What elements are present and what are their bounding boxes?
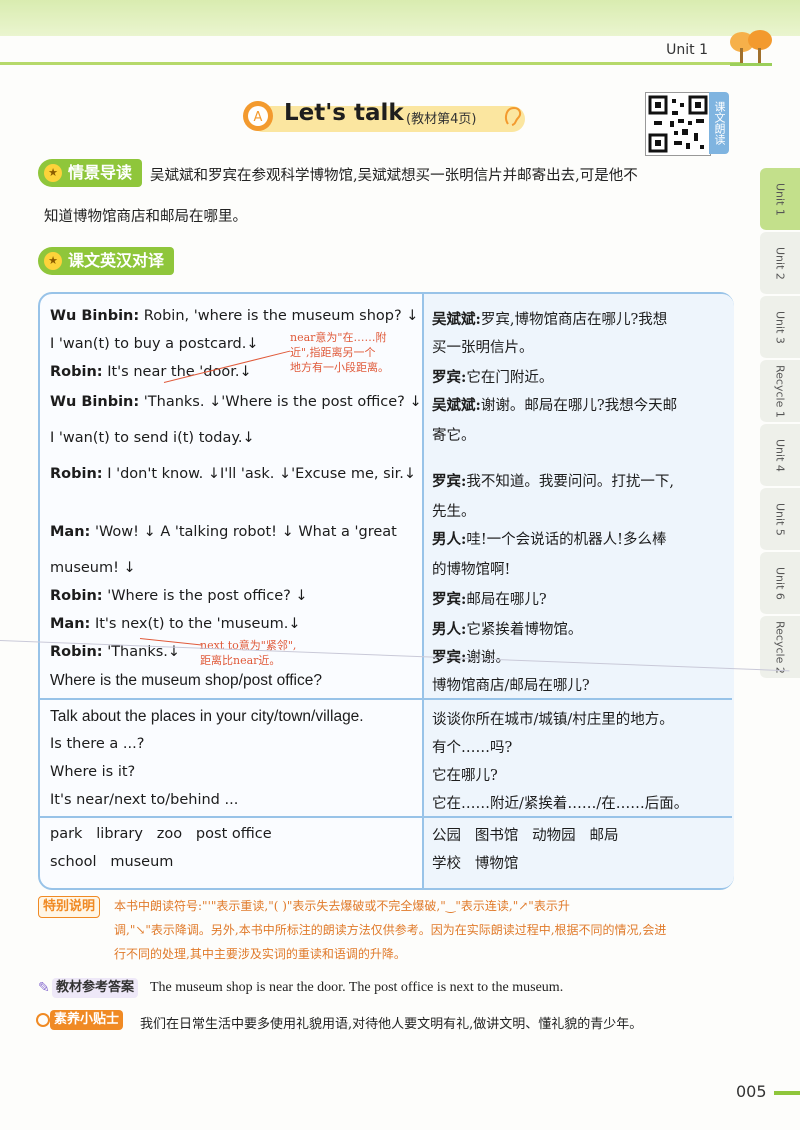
special-note-text: 本书中朗读符号:"'"表示重读,"( )"表示失去爆破或不完全爆破,"‿"表示连… [114,899,667,961]
dialogue-row-cn: 罗宾:我不知道。我要问问。打扰一下, [432,473,674,490]
dialogue-row-cn: 罗宾:邮局在哪儿? [432,591,547,608]
dialogue-row-cn: 先生。 [432,504,476,520]
side-tab-unit-1[interactable]: Unit 1 [760,168,800,230]
intro-section-badge: ★ 情景导读 [38,159,143,187]
lesson-title: A Let's talk (教材第4页) [240,98,530,136]
title-main: Let's talk [284,100,404,126]
divider-2 [40,816,732,818]
textbook-page: Unit 1 A Let's talk (教材第4页) 课文朗读 Unit 1 … [0,0,800,1130]
dialogue-row-en: museum! ↓ [50,560,136,576]
dialogue-row-en: I 'wan(t) to buy a postcard.↓ [50,336,259,352]
side-tab-recycle-1[interactable]: Recycle 1 [760,360,800,422]
dialogue-row-cn: 吴斌斌:谢谢。邮局在哪儿?我想今天邮 [432,397,678,414]
divider-1 [40,698,732,700]
answer-label: 教材参考答案 [52,978,139,998]
task-en-line: Where is it? [50,764,136,780]
pen-icon: ✎ [38,980,50,996]
dialogue-row-en: Wu Binbin: 'Thanks. ↓'Where is the post … [50,394,422,410]
words-en-line: park library zoo post office [50,826,272,842]
words-cn-line: 公园 图书馆 动物园 邮局 [432,828,619,844]
tip-text: 我们在日常生活中要多使用礼貌用语,对待他人要文明有礼,做讲文明、懂礼貌的青少年。 [140,1017,643,1032]
svg-text:A: A [254,110,263,125]
dialogue-row-en: Wu Binbin: Robin, 'where is the museum s… [50,308,419,324]
dialogue-row-cn: 男人:它紧挨着博物馆。 [432,621,583,638]
tip-label: 素养小贴士 [50,1010,124,1030]
key-sentence-cn: 博物馆商店/邮局在哪儿? [432,678,590,694]
task-cn-line: 谈谈你所在城市/城镇/村庄里的地方。 [432,712,674,728]
dialogue-row-cn: 买一张明信片。 [432,340,534,356]
task-en-line: Talk about the places in your city/town/… [50,708,364,725]
words-en-line: school museum [50,854,174,870]
bulb-icon [36,1013,50,1027]
dialogue-row-cn: 的博物馆啊! [432,562,511,578]
side-tab-unit-2[interactable]: Unit 2 [760,232,800,294]
answer-text: The museum shop is near the door. The po… [150,980,564,995]
note-near: near意为"在……附 近",指距离另一个 地方有一小段距离。 [290,331,389,374]
intro-line-2: 知道博物馆商店和邮局在哪里。 [44,209,247,225]
qr-label: 课文朗读 [709,92,729,154]
dialogue-row-en: Man: It's nex(t) to the 'museum.↓ [50,616,301,632]
listen-icon [505,106,522,126]
dialogue-table: Wu Binbin: Robin, 'where is the museum s… [38,292,734,890]
task-en-line: It's near/next to/behind ... [50,792,239,808]
note-next-to: next to意为"紧邻", 距离比near近。 [200,639,297,667]
unit-label: Unit 1 [666,42,708,58]
header-rule [0,62,740,65]
task-cn-line: 它在哪儿? [432,768,498,784]
key-sentence-en: Where is the museum shop/post office? [50,672,322,689]
star-icon: ★ [44,252,62,270]
page-number-bar [774,1091,800,1095]
dialogue-row-cn: 吴斌斌:罗宾,博物馆商店在哪儿?我想 [432,311,668,328]
unit-side-tabs: Unit 1 Unit 2 Unit 3 Recycle 1 Unit 4 Un… [760,168,800,680]
task-cn-line: 它在……附近/紧挨着……/在……后面。 [432,796,689,812]
top-band [0,0,800,36]
dialogue-row-en: Robin: I 'don't know. ↓I'll 'ask. ↓'Excu… [50,466,417,482]
side-tab-unit-6[interactable]: Unit 6 [760,552,800,614]
intro-line-1: 吴斌斌和罗宾在参观科学博物馆,吴斌斌想买一张明信片并邮寄出去,可是他不 [150,168,638,184]
dialogue-row-en: I 'wan(t) to send i(t) today.↓ [50,430,255,446]
dialogue-row-en: Robin: 'Where is the post office? ↓ [50,588,308,604]
task-en-line: Is there a ...? [50,736,145,752]
dialogue-section-badge: ★ 课文英汉对译 [38,247,175,275]
side-tab-unit-5[interactable]: Unit 5 [760,488,800,550]
dialogue-row-cn: 寄它。 [432,428,476,444]
dialogue-row-en: Man: 'Wow! ↓ A 'talking robot! ↓ What a … [50,524,397,540]
dialogue-row-cn: 罗宾:它在门附近。 [432,369,554,386]
speech-bubble-icon: A [243,101,273,131]
title-page-ref: (教材第4页) [406,112,477,127]
page-number: 005 [736,1082,767,1101]
qr-code-icon[interactable] [645,92,711,156]
star-icon: ★ [44,164,62,182]
task-cn-line: 有个……吗? [432,740,513,756]
words-cn-line: 学校 博物馆 [432,856,519,872]
side-tab-unit-3[interactable]: Unit 3 [760,296,800,358]
tree-icon [730,30,772,66]
dialogue-row-en: Robin: It's near the 'door.↓ [50,364,252,380]
dialogue-row-cn: 男人:哇!一个会说话的机器人!多么棒 [432,531,667,548]
side-tab-unit-4[interactable]: Unit 4 [760,424,800,486]
